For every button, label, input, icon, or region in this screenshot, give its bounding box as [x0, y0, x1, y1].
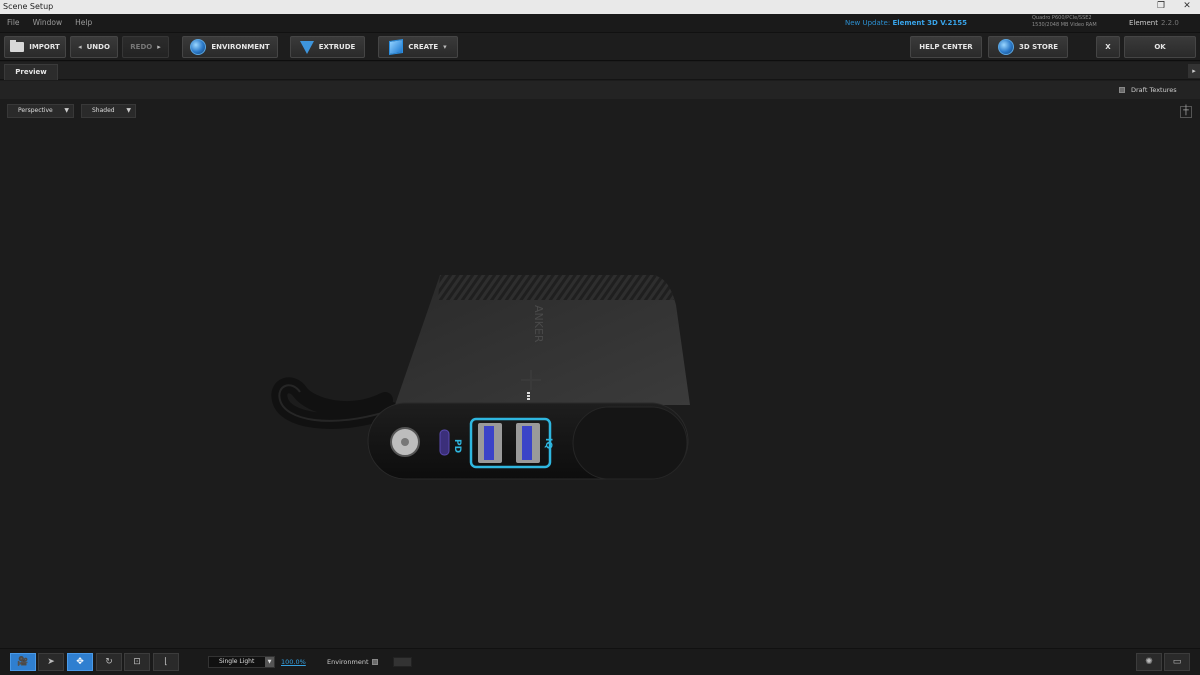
- redo-button[interactable]: REDO ▸: [122, 36, 169, 58]
- menu-bar: File Window Help New Update: Element 3D …: [0, 14, 1200, 33]
- undo-button[interactable]: ◂ UNDO: [70, 36, 118, 58]
- globe-icon: [190, 39, 207, 55]
- select-tool-icon[interactable]: ➤: [38, 653, 64, 671]
- gpu-info: Quadro P600/PCIe/SSE2 1530/2048 MB Video…: [1032, 15, 1097, 29]
- redo-arrow-icon: ▸: [157, 43, 161, 51]
- ok-label: OK: [1154, 43, 1166, 51]
- menu-window[interactable]: Window: [33, 14, 63, 32]
- scale-tool-icon[interactable]: ⊡: [124, 653, 150, 671]
- lighting-mode-select[interactable]: Single Light ▼: [208, 656, 275, 668]
- input-port-area: [572, 406, 688, 480]
- usb-c-port: [439, 429, 450, 456]
- help-center-button[interactable]: HELP CENTER: [910, 36, 982, 58]
- window-title: Scene Setup: [3, 2, 54, 11]
- cancel-button[interactable]: X: [1096, 36, 1120, 58]
- iq-label: IQ: [543, 438, 553, 449]
- gpu-memory: 1530/2048 MB Video RAM: [1032, 22, 1097, 28]
- menu-help[interactable]: Help: [75, 14, 92, 32]
- tab-preview[interactable]: Preview: [4, 64, 58, 80]
- environment-button[interactable]: ENVIRONMENT: [182, 36, 278, 58]
- store-label: 3D STORE: [1018, 43, 1059, 51]
- tab-scroll-right-icon[interactable]: ▸: [1188, 64, 1200, 78]
- update-prefix: New Update:: [845, 19, 891, 27]
- display-output-icon[interactable]: ▭: [1164, 653, 1190, 671]
- options-bar: Draft Textures: [0, 81, 1200, 99]
- draft-textures-label: Draft Textures: [1131, 86, 1177, 94]
- zoom-level[interactable]: 100.0%: [281, 656, 306, 668]
- redo-label: REDO: [130, 43, 153, 51]
- lighting-mode-value: Single Light: [219, 658, 255, 665]
- import-label: IMPORT: [29, 43, 60, 51]
- chevron-down-icon: ▾: [443, 43, 447, 51]
- extrude-icon: [299, 40, 314, 54]
- preview-viewport[interactable]: Perspective ▼ Shaded ▼ ┼ PD IQ ANKER: [0, 100, 1200, 648]
- render-settings-icon[interactable]: ✺: [1136, 653, 1162, 671]
- 3d-store-button[interactable]: 3D STORE: [988, 36, 1068, 58]
- window-titlebar: Scene Setup ❐ ✕: [0, 0, 1200, 14]
- pd-label: PD: [452, 439, 462, 453]
- extrude-button[interactable]: EXTRUDE: [290, 36, 365, 58]
- close-window-button[interactable]: ✕: [1174, 0, 1200, 14]
- main-menu: File Window Help: [0, 14, 1200, 32]
- help-center-label: HELP CENTER: [919, 43, 973, 51]
- product-name: Element: [1129, 19, 1158, 27]
- update-notice[interactable]: New Update: Element 3D V.2155: [845, 14, 967, 32]
- cancel-label: X: [1105, 43, 1111, 51]
- window-controls: ❐ ✕: [1148, 0, 1200, 14]
- camera-tool-icon[interactable]: 🎥: [10, 653, 36, 671]
- create-label: CREATE: [408, 43, 439, 51]
- chevron-down-icon: ▼: [265, 657, 274, 667]
- undo-label: UNDO: [86, 43, 110, 51]
- undo-arrow-icon: ◂: [78, 43, 82, 51]
- update-product[interactable]: Element 3D V.2155: [892, 19, 967, 27]
- draft-textures-toggle[interactable]: Draft Textures: [1119, 81, 1177, 99]
- bottom-toolbar: 🎥 ➤ ✥ ↻ ⊡ ⌊ Single Light ▼ 100.0% Enviro…: [0, 648, 1200, 675]
- power-bank-model: PD IQ ANKER: [271, 275, 690, 480]
- version-number: 2.2.0: [1160, 19, 1179, 27]
- move-tool-icon[interactable]: ✥: [67, 653, 93, 671]
- ok-button[interactable]: OK: [1124, 36, 1196, 58]
- cube-icon: [389, 39, 404, 55]
- axis-tool-icon[interactable]: ⌊: [153, 653, 179, 671]
- draft-textures-checkbox[interactable]: [1119, 87, 1125, 93]
- product-version: Element 2.2.0: [1129, 14, 1179, 32]
- environment-color-swatch[interactable]: [393, 657, 412, 667]
- rotate-tool-icon[interactable]: ↻: [96, 653, 122, 671]
- restore-window-button[interactable]: ❐: [1148, 0, 1174, 14]
- create-button[interactable]: CREATE ▾: [378, 36, 458, 58]
- environment-label: Environment: [327, 658, 369, 666]
- main-toolbar: IMPORT ◂ UNDO REDO ▸ ENVIRONMENT EXTRUDE…: [0, 33, 1200, 61]
- extrude-label: EXTRUDE: [318, 43, 356, 51]
- battery-led-dots: [527, 392, 530, 400]
- environment-label: ENVIRONMENT: [211, 43, 270, 51]
- menu-file[interactable]: File: [7, 14, 20, 32]
- store-globe-icon: [997, 39, 1014, 55]
- folder-icon: [10, 40, 25, 52]
- anker-logo: ANKER: [532, 305, 545, 343]
- gpu-name: Quadro P600/PCIe/SSE2: [1032, 15, 1092, 21]
- import-button[interactable]: IMPORT: [4, 36, 66, 58]
- tab-bar: Preview ▸: [0, 62, 1200, 80]
- environment-checkbox[interactable]: [372, 659, 378, 665]
- model-texture-band: [438, 275, 674, 300]
